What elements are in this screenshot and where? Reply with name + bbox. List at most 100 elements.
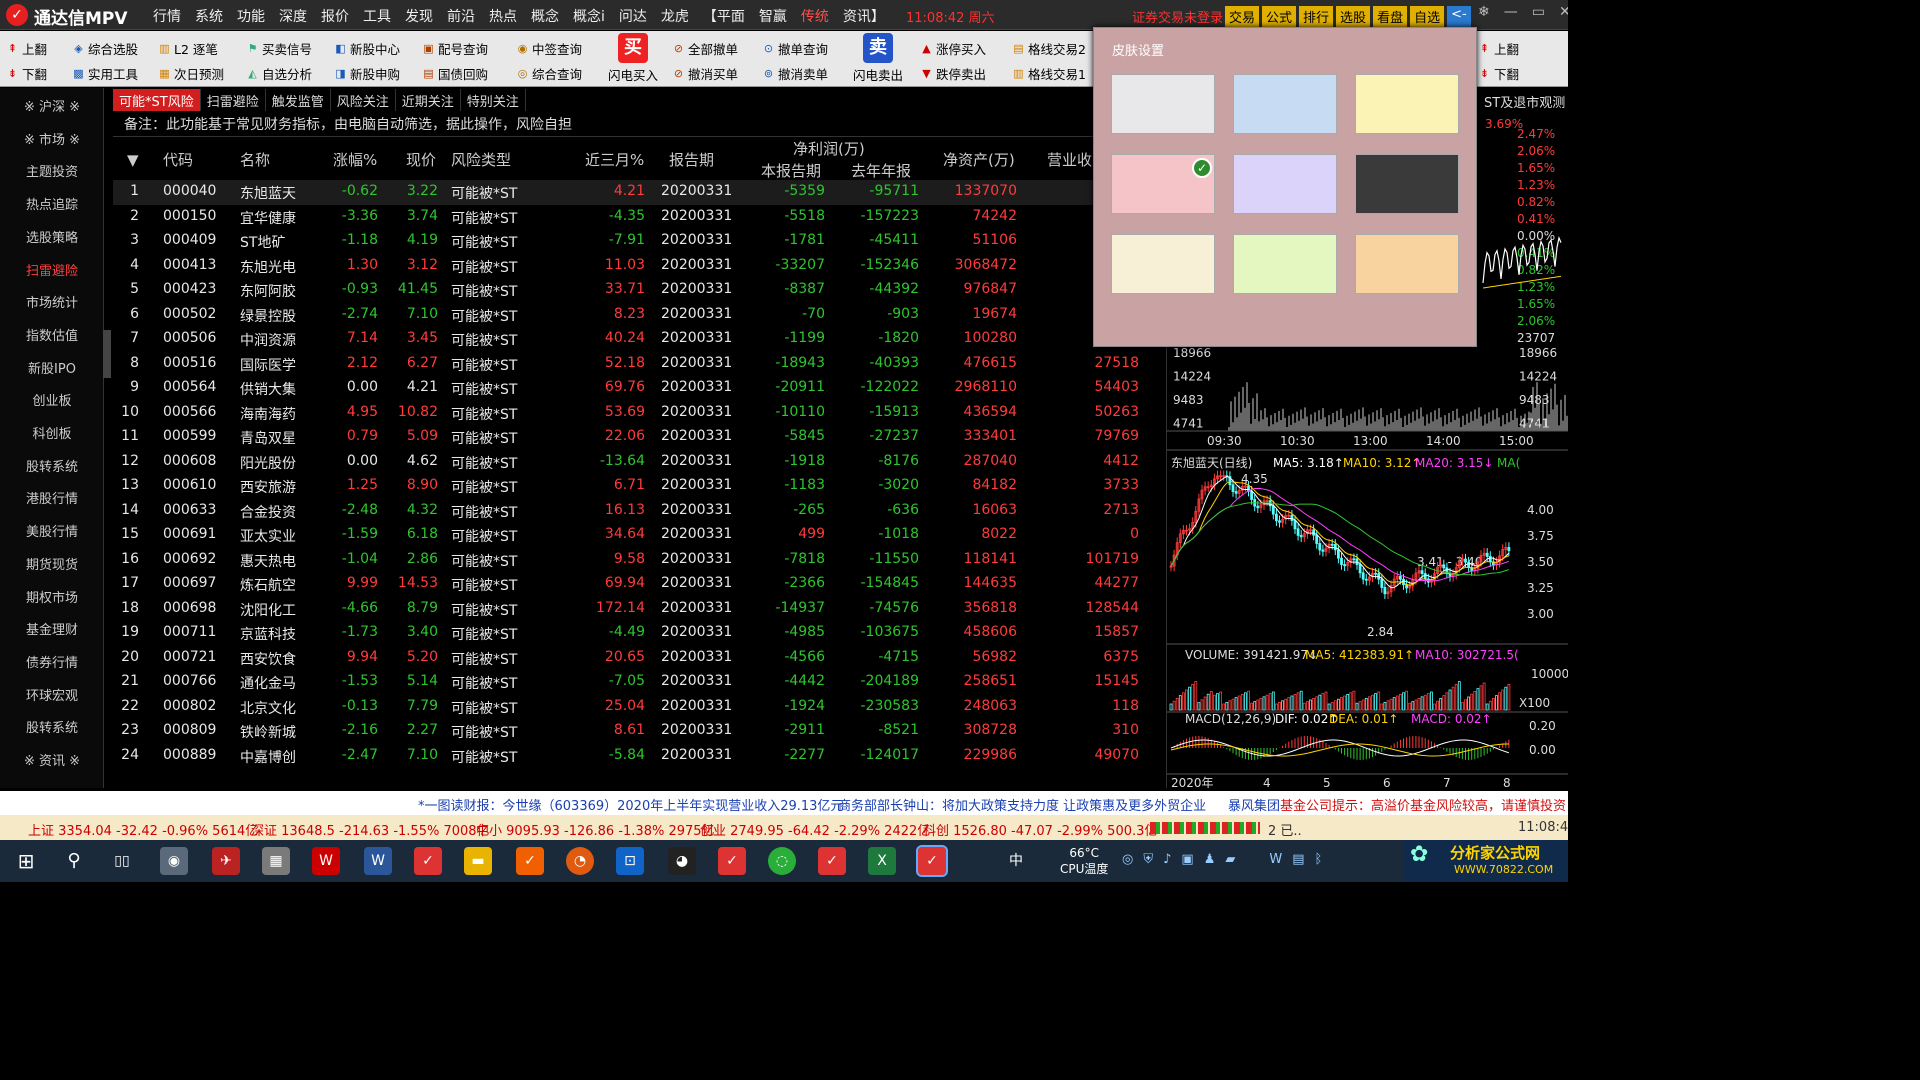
- word-icon[interactable]: W: [364, 847, 392, 875]
- toolbar-button[interactable]: ◨ 新股申购: [334, 64, 400, 83]
- header-period[interactable]: 报告期: [669, 149, 714, 170]
- login-status[interactable]: 证券交易未登录: [1132, 7, 1223, 26]
- skin-swatch[interactable]: ✓: [1111, 154, 1215, 214]
- tdx-icon[interactable]: ✓: [818, 847, 846, 875]
- table-row[interactable]: 16 000692 惠天热电 -1.04 2.86 可能被*ST 9.58 20200331 -…: [113, 548, 1165, 573]
- menu-item[interactable]: 热点: [482, 6, 524, 26]
- header-code[interactable]: 代码: [163, 149, 193, 170]
- left-nav-item[interactable]: 主题投资: [0, 161, 104, 180]
- input-method-icon[interactable]: 中: [1002, 847, 1030, 875]
- left-nav-item[interactable]: ※ 资讯 ※: [0, 750, 104, 769]
- title-button[interactable]: 公式: [1262, 6, 1297, 27]
- app-icon[interactable]: ⊡: [616, 847, 644, 875]
- toolbar-button[interactable]: ▥ 格线交易1: [1012, 64, 1086, 83]
- menu-item[interactable]: 概念: [524, 6, 566, 26]
- left-nav-item[interactable]: 新股IPO: [0, 358, 104, 377]
- table-row[interactable]: 18 000698 沈阳化工 -4.66 8.79 可能被*ST 172.14 2020033…: [113, 597, 1165, 622]
- skin-swatch[interactable]: [1111, 74, 1215, 134]
- left-nav-item[interactable]: 股转系统: [0, 717, 104, 736]
- menu-item[interactable]: 问达: [612, 6, 654, 26]
- left-nav-item[interactable]: 环球宏观: [0, 685, 104, 704]
- bluetooth-icon[interactable]: ᛒ: [1315, 852, 1323, 867]
- title-button[interactable]: 交易: [1225, 6, 1260, 27]
- index-cy[interactable]: 创业 2749.95 -64.42 -2.29% 2422亿: [700, 820, 930, 839]
- left-nav-item[interactable]: 科创板: [0, 423, 104, 442]
- toolbar-button[interactable]: ⚑ 买卖信号: [246, 39, 312, 58]
- wps-icon[interactable]: W: [312, 847, 340, 875]
- left-nav-item[interactable]: 股转系统: [0, 456, 104, 475]
- toolbar-button[interactable]: ◭ 自选分析: [246, 64, 312, 83]
- menu-item[interactable]: 系统: [188, 6, 230, 26]
- table-row[interactable]: 5 000423 东阿阿胶 -0.93 41.45 可能被*ST 33.71 20200331…: [113, 278, 1165, 303]
- toolbar-button[interactable]: ▦ 次日预测: [158, 64, 224, 83]
- left-nav-item[interactable]: 期货现货: [0, 554, 104, 573]
- table-row[interactable]: 3 000409 ST地矿 -1.18 4.19 可能被*ST -7.91 20200331 -…: [113, 229, 1165, 254]
- tray-icon[interactable]: ◎: [1122, 852, 1133, 867]
- left-nav-item[interactable]: 热点追踪: [0, 194, 104, 213]
- toolbar-button[interactable]: ◎ 综合查询: [516, 64, 582, 83]
- toolbar-button[interactable]: ▲ 涨停买入: [920, 39, 986, 58]
- toolbar-button[interactable]: ▣ 配号查询: [422, 39, 488, 58]
- tab[interactable]: 近期关注: [396, 89, 461, 111]
- toolbar-button[interactable]: ▼ 跌停卖出: [920, 64, 986, 83]
- header-revenue[interactable]: 营业收: [1047, 149, 1092, 170]
- title-button[interactable]: 排行: [1299, 6, 1334, 27]
- file-explorer-icon[interactable]: ▬: [464, 847, 492, 875]
- skin-swatch[interactable]: [1355, 74, 1459, 134]
- header-name[interactable]: 名称: [240, 149, 270, 170]
- toolbar-button[interactable]: ⇞ 上翻: [1478, 39, 1519, 58]
- table-row[interactable]: 23 000809 铁岭新城 -2.16 2.27 可能被*ST 8.61 20200331 -…: [113, 719, 1165, 744]
- table-row[interactable]: 13 000610 西安旅游 1.25 8.90 可能被*ST 6.71 20200331 -1…: [113, 474, 1165, 499]
- volume-icon[interactable]: ♪: [1163, 852, 1171, 867]
- excel-icon[interactable]: X: [868, 847, 896, 875]
- camera-app-icon[interactable]: ◉: [160, 847, 188, 875]
- table-row[interactable]: 2 000150 宜华健康 -3.36 3.74 可能被*ST -4.35 20200331 -…: [113, 205, 1165, 230]
- wps-tray-icon[interactable]: W: [1269, 852, 1282, 867]
- menu-item[interactable]: 龙虎: [654, 6, 696, 26]
- table-row[interactable]: 24 000889 中嘉博创 -2.47 7.10 可能被*ST -5.84 20200331…: [113, 744, 1165, 769]
- menu-item[interactable]: 功能: [230, 6, 272, 26]
- toolbar-button[interactable]: ▥ L2 逐笔: [158, 39, 218, 58]
- table-row[interactable]: 8 000516 国际医学 2.12 6.27 可能被*ST 52.18 20200331 -1…: [113, 352, 1165, 377]
- index-sh[interactable]: 上证 3354.04 -32.42 -0.96% 5614亿: [28, 820, 258, 839]
- tab[interactable]: 可能*ST风险: [113, 89, 201, 111]
- menu-item[interactable]: 深度: [272, 6, 314, 26]
- header-price[interactable]: 现价: [406, 149, 436, 170]
- toolbar-button[interactable]: ◉ 中签查询: [516, 39, 582, 58]
- title-button[interactable]: 看盘: [1373, 6, 1408, 27]
- tab[interactable]: 触发监管: [266, 89, 331, 111]
- table-row[interactable]: 6 000502 绿景控股 -2.74 7.10 可能被*ST 8.23 20200331 -7…: [113, 303, 1165, 328]
- left-nav-item[interactable]: 扫雷避险: [0, 260, 104, 279]
- tray-icon[interactable]: ♟: [1204, 852, 1216, 867]
- maximize-icon[interactable]: ▭: [1532, 4, 1545, 20]
- index-zx[interactable]: 中小 9095.93 -126.86 -1.38% 2975亿: [476, 820, 715, 839]
- tray-icon[interactable]: ▤: [1292, 852, 1304, 867]
- table-row[interactable]: 11 000599 青岛双星 0.79 5.09 可能被*ST 22.06 20200331 -…: [113, 425, 1165, 450]
- toolbar-button[interactable]: ⇟ 下翻: [1478, 64, 1519, 83]
- tab[interactable]: 风险关注: [331, 89, 396, 111]
- toolbar-button[interactable]: ⊘ 全部撤单: [672, 39, 738, 58]
- header-np-current[interactable]: 本报告期: [761, 160, 821, 181]
- menu-item[interactable]: 资讯】: [836, 6, 892, 26]
- menu-item[interactable]: 报价: [314, 6, 356, 26]
- left-nav-item[interactable]: ※ 市场 ※: [0, 129, 104, 148]
- skin-swatch[interactable]: [1233, 74, 1337, 134]
- search-icon[interactable]: ⚲: [60, 847, 88, 875]
- table-row[interactable]: 20 000721 西安饮食 9.94 5.20 可能被*ST 20.65 20200331 -…: [113, 646, 1165, 671]
- toolbar-button[interactable]: ⇟ 下翻: [6, 64, 47, 83]
- toolbar-button[interactable]: ⊙ 撤单查询: [762, 39, 828, 58]
- header-risk[interactable]: 风险类型: [451, 149, 511, 170]
- ticker-item[interactable]: 暴风集团: [1228, 795, 1280, 814]
- menu-item[interactable]: 工具: [356, 6, 398, 26]
- table-row[interactable]: 12 000608 阳光股份 0.00 4.62 可能被*ST -13.64 20200331…: [113, 450, 1165, 475]
- skin-icon[interactable]: ❄: [1478, 4, 1490, 20]
- task-view-icon[interactable]: ▯▯: [108, 847, 136, 875]
- app-icon[interactable]: ✈: [212, 847, 240, 875]
- toolbar-button[interactable]: ▩ 实用工具: [72, 64, 138, 83]
- table-row[interactable]: 17 000697 炼石航空 9.99 14.53 可能被*ST 69.94 20200331…: [113, 572, 1165, 597]
- nvidia-icon[interactable]: ▰: [1225, 852, 1235, 867]
- table-row[interactable]: 10 000566 海南海药 4.95 10.82 可能被*ST 53.69 20200331…: [113, 401, 1165, 426]
- header-3month[interactable]: 近三月%: [585, 149, 644, 170]
- title-button[interactable]: 选股: [1336, 6, 1371, 27]
- task-app-icon[interactable]: ✓: [516, 847, 544, 875]
